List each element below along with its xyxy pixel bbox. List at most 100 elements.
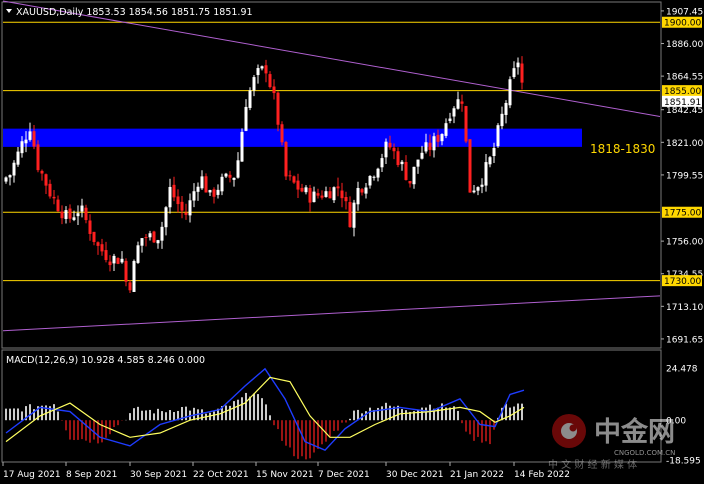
candle-body [260, 66, 264, 69]
candle-body [240, 131, 244, 162]
candle-body [500, 113, 504, 127]
candle-body [456, 99, 460, 109]
candle-body [168, 186, 172, 208]
price-panel [1, 1, 662, 349]
candle-body [220, 176, 224, 192]
candle-body [16, 151, 20, 165]
watermark-domain: CNGOLD.COM.CN [614, 449, 675, 457]
level-label: 1900.00 [664, 19, 701, 29]
candle-body [256, 68, 260, 76]
price-tick-label: 1691.65 [666, 335, 703, 345]
candle-body [56, 199, 60, 212]
candle-body [364, 187, 368, 194]
candle-body [328, 191, 332, 199]
candle-body [100, 244, 104, 252]
candle-body [248, 90, 252, 108]
candle-body [508, 79, 512, 106]
candle-body [516, 62, 520, 68]
candle-body [60, 211, 64, 219]
candle-body [116, 258, 120, 264]
candle-body [340, 190, 344, 199]
candle-body [452, 108, 456, 117]
candle-body [512, 68, 516, 78]
candle-body [120, 258, 124, 263]
candle-body [124, 260, 128, 282]
date-tick-label: 17 Aug 2021 [3, 470, 61, 480]
price-chart[interactable]: 1818-1830 1907.451886.001864.551842.4518… [0, 0, 704, 484]
candle-body [148, 233, 152, 238]
candle-body [104, 250, 108, 260]
macd-info: MACD(12,26,9) 10.928 4.585 8.246 0.000 [6, 355, 205, 366]
price-tick-label: 1713.10 [666, 303, 703, 313]
candle-body [64, 210, 68, 219]
candle-body [400, 161, 404, 165]
candle-body [28, 131, 32, 140]
candle-body [380, 158, 384, 168]
candle-body [188, 200, 192, 216]
price-tick-label: 1864.55 [666, 73, 703, 83]
candle-body [472, 190, 476, 193]
candle-body [4, 177, 8, 182]
candle-body [12, 162, 16, 176]
candle-body [172, 184, 176, 198]
candle-body [164, 207, 168, 228]
candle-body [276, 92, 280, 125]
candle-body [408, 180, 412, 184]
date-tick-label: 15 Nov 2021 [256, 470, 314, 480]
candle-body [496, 125, 500, 147]
candle-body [92, 231, 96, 242]
candle-body [436, 134, 440, 142]
candle-body [428, 142, 432, 150]
level-label: 1775.00 [664, 209, 701, 219]
price-axis: 1907.451886.001864.551842.451821.001799.… [661, 7, 703, 345]
macd-tick-label: 24.478 [666, 364, 698, 374]
candle-body [236, 160, 240, 178]
candle-body [196, 186, 200, 192]
candle-body [388, 142, 392, 148]
support-zone [3, 128, 582, 147]
candle-body [464, 106, 468, 142]
level-label: 1730.00 [664, 277, 701, 287]
candle-body [348, 202, 352, 228]
candle-body [360, 189, 364, 193]
date-tick-label: 8 Sep 2021 [66, 470, 117, 480]
candle-body [208, 190, 212, 193]
candle-body [212, 189, 216, 197]
candle-body [68, 208, 72, 219]
price-tick-label: 1907.45 [666, 7, 703, 17]
candle-body [416, 159, 420, 167]
candle-body [224, 173, 228, 177]
candle-body [404, 161, 408, 180]
candle-body [272, 86, 276, 94]
candle-body [356, 187, 360, 205]
candle-body [320, 195, 324, 198]
candle-body [488, 157, 492, 165]
candle-body [204, 176, 208, 193]
candle-body [36, 144, 40, 171]
candle-body [504, 102, 508, 115]
candle-body [412, 166, 416, 185]
candle-body [232, 177, 236, 180]
candle-body [252, 77, 256, 91]
candle-body [280, 124, 284, 143]
candle-body [128, 282, 132, 291]
zone-label: 1818-1830 [590, 142, 655, 156]
date-tick-label: 30 Sep 2021 [130, 470, 187, 480]
candle-body [216, 189, 220, 195]
candle-body [52, 196, 56, 199]
candle-body [300, 187, 304, 192]
symbol-info: XAUUSD,Daily 1853.53 1854.56 1851.75 185… [16, 7, 253, 18]
candle-body [48, 183, 52, 197]
candle-body [292, 176, 296, 183]
candle-body [376, 168, 380, 178]
candle-body [392, 147, 396, 152]
candle-body [444, 123, 448, 136]
candle-body [480, 184, 484, 187]
candle-body [228, 174, 232, 178]
price-tick-label: 1756.00 [666, 238, 703, 248]
date-tick-label: 22 Oct 2021 [193, 470, 249, 480]
candle-body [152, 231, 156, 243]
macd-tick-label: -18.595 [666, 457, 701, 467]
candle-body [372, 176, 376, 178]
current-price-label: 1851.91 [664, 98, 701, 108]
